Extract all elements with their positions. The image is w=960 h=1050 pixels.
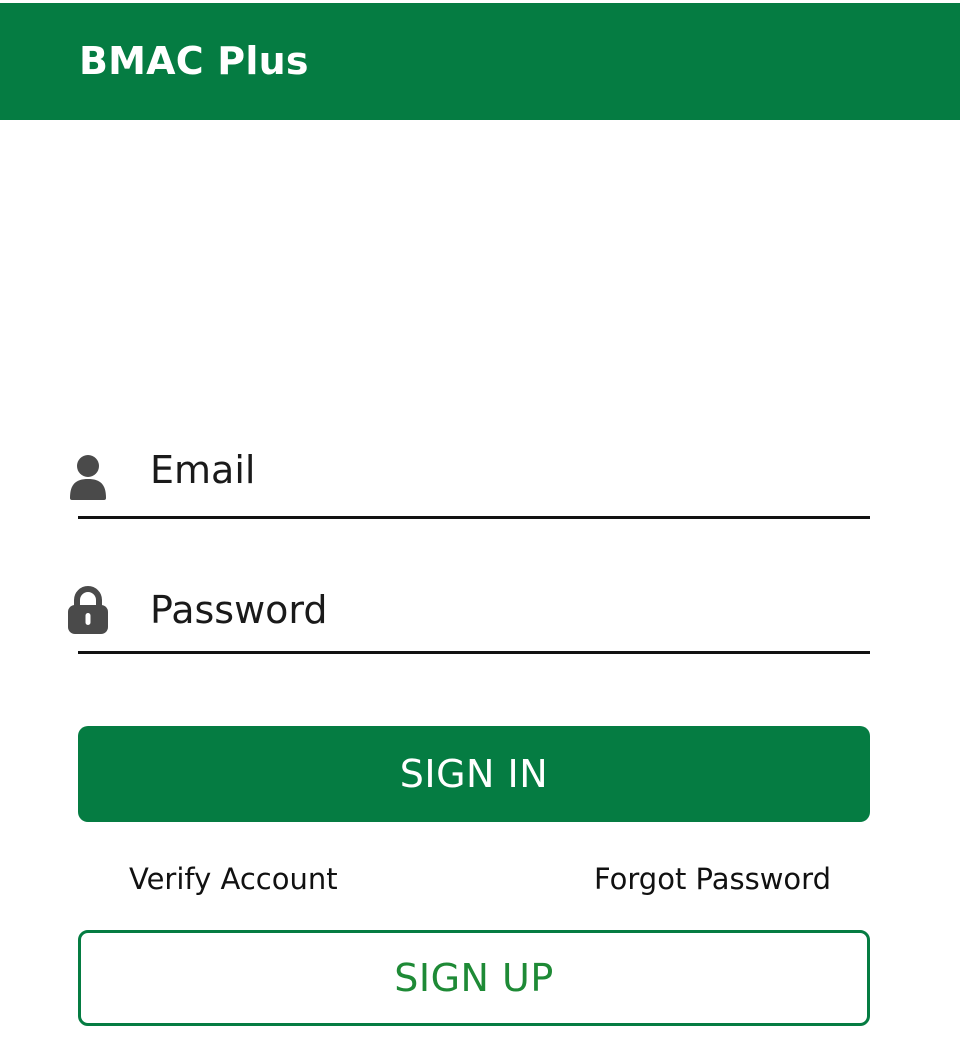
lock-icon [68,586,108,634]
email-underline [78,516,870,519]
app-title: BMAC Plus [79,38,309,83]
login-screen: BMAC Plus SIGN IN Verify Account Forgot … [0,0,960,1050]
person-icon [68,454,108,502]
forgot-password-link[interactable]: Forgot Password [594,862,831,896]
password-field [60,580,870,654]
password-underline [78,651,870,654]
email-field [60,440,870,519]
sign-up-button[interactable]: SIGN UP [78,930,870,1026]
verify-account-link[interactable]: Verify Account [129,862,338,896]
email-input[interactable] [150,440,850,500]
password-input[interactable] [150,580,850,640]
app-bar: BMAC Plus [0,3,960,120]
sign-in-button[interactable]: SIGN IN [78,726,870,822]
